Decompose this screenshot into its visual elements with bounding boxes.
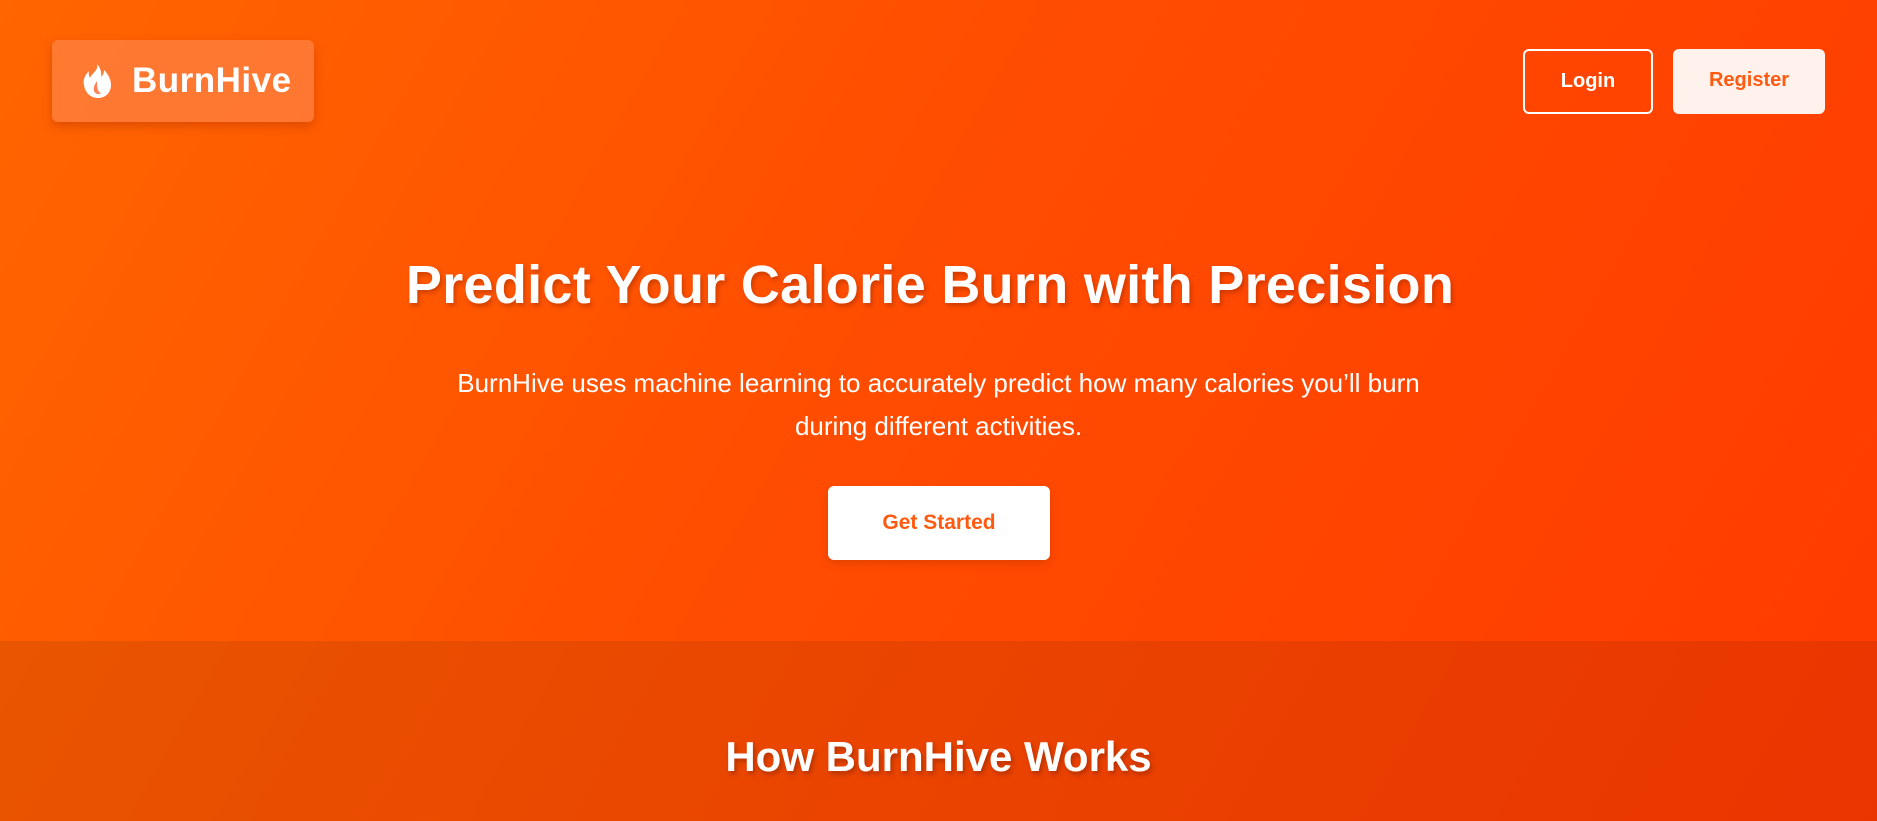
flame-icon xyxy=(78,62,116,100)
how-it-works-section: How BurnHive Works xyxy=(0,641,1877,821)
header-nav: Login Register xyxy=(1523,49,1825,114)
hero-subtitle: BurnHive uses machine learning to accura… xyxy=(457,368,1420,441)
login-button[interactable]: Login xyxy=(1523,49,1653,114)
brand-logo[interactable]: BurnHive xyxy=(52,40,314,122)
brand-name: BurnHive xyxy=(132,61,292,100)
how-it-works-title: How BurnHive Works xyxy=(725,733,1152,780)
landing-page: Predict Your Calorie Burn with Precision… xyxy=(0,0,1877,821)
register-button[interactable]: Register xyxy=(1673,49,1825,114)
hero-title: Predict Your Calorie Burn with Precision xyxy=(405,255,1455,315)
get-started-button[interactable]: Get Started xyxy=(828,486,1050,560)
